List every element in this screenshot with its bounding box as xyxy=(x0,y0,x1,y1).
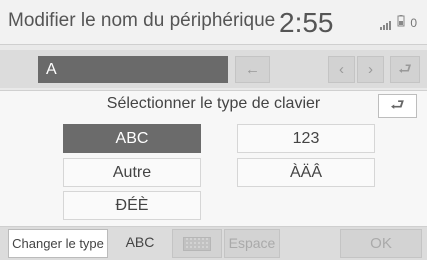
abc-button[interactable]: ABC xyxy=(118,229,162,258)
option-abc[interactable]: ABC xyxy=(63,124,201,153)
change-type-button[interactable]: Changer le type xyxy=(8,229,108,258)
ok-button[interactable]: OK xyxy=(340,229,422,258)
input-bar: A ← ‹ › ⮐ xyxy=(0,50,427,88)
option-accented-a[interactable]: ÀÄÂ xyxy=(237,158,375,187)
backspace-button[interactable]: ← xyxy=(235,56,270,83)
keyboard-icon xyxy=(183,237,211,252)
status-count: 0 xyxy=(410,15,417,30)
name-input[interactable]: A xyxy=(38,56,228,83)
panel-title: Sélectionner le type de clavier xyxy=(106,95,321,112)
input-back-button[interactable]: ⮐ xyxy=(390,56,420,83)
chevron-right-icon: › xyxy=(368,61,373,78)
clock: 2:55 xyxy=(279,7,334,38)
cursor-left-button[interactable]: ‹ xyxy=(328,56,355,83)
return-icon: ⮐ xyxy=(398,61,412,78)
return-icon: ⮐ xyxy=(390,97,405,114)
space-button[interactable]: Espace xyxy=(224,229,280,258)
status-area: 0 xyxy=(380,15,417,30)
panel-back-button[interactable]: ⮐ xyxy=(378,94,417,118)
cursor-right-button[interactable]: › xyxy=(357,56,384,83)
keyboard-button[interactable] xyxy=(172,229,222,258)
option-accented-e[interactable]: ÐÉÈ xyxy=(63,191,201,220)
header-bar: Modifier le nom du périphérique 2:55 0 xyxy=(0,0,427,45)
option-autre[interactable]: Autre xyxy=(63,158,201,187)
bottom-bar: Changer le type ABC Espace OK xyxy=(0,226,427,260)
signal-bars-icon xyxy=(380,16,392,30)
screen: Modifier le nom du périphérique 2:55 0 A… xyxy=(0,0,427,260)
battery-icon xyxy=(397,15,405,30)
chevron-left-icon: ‹ xyxy=(339,61,344,78)
option-123[interactable]: 123 xyxy=(237,124,375,153)
keyboard-type-panel: Sélectionner le type de clavier ⮐ ABC 12… xyxy=(0,90,427,226)
left-arrow-icon: ← xyxy=(245,61,260,78)
page-title: Modifier le nom du périphérique xyxy=(8,10,276,31)
